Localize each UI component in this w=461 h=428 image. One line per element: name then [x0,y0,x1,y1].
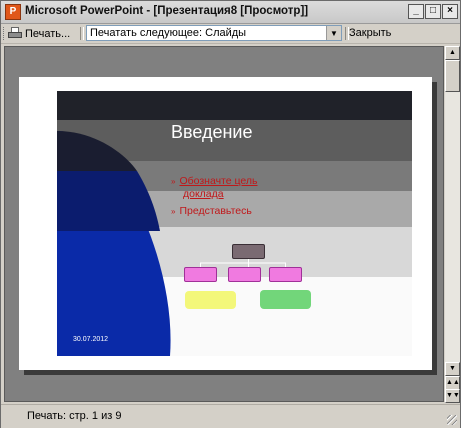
print-page: Введение » Обозначте цель доклада » Предст… [19,77,432,370]
org-box-middle [269,267,302,282]
org-box-top [232,244,265,259]
scroll-down-button[interactable]: ▼ [445,362,460,376]
slide-thumbnail: Введение » Обозначте цель доклада » Предст… [57,91,412,356]
print-button[interactable]: Печать... [8,25,70,42]
printer-icon [8,27,23,40]
preview-area[interactable]: Введение » Обозначте цель доклада » Предст… [4,46,444,402]
print-button-label: Печать... [25,27,71,40]
toolbar-grip[interactable] [3,27,7,40]
status-bar: Печать: стр. 1 из 9 [1,404,460,428]
preview-toolbar: Печать... Печатать следующее: Слайды ▼ З… [1,24,460,44]
vertical-scrollbar[interactable]: ▲ ▼ ▲▲ ▼▼ [445,46,460,403]
org-chart-connectors [200,259,286,267]
window-title: Microsoft PowerPoint - [Презентация8 [Пр… [25,5,309,17]
scroll-up-button[interactable]: ▲ [445,46,460,60]
org-box-middle [184,267,217,282]
green-shape [260,290,311,309]
resize-grip-icon[interactable] [447,415,457,425]
dropdown-arrow-icon[interactable]: ▼ [326,26,341,40]
app-icon[interactable]: P [5,4,21,20]
next-page-button[interactable]: ▼▼ [445,389,460,403]
status-text: Печать: стр. 1 из 9 [27,410,122,422]
org-box-middle [228,267,261,282]
print-what-dropdown[interactable]: Печатать следующее: Слайды ▼ [86,25,342,41]
maximize-icon[interactable]: □ [425,4,441,19]
previous-page-button[interactable]: ▲▲ [445,376,460,390]
title-bar[interactable]: P Microsoft PowerPoint - [Презентация8 [… [1,1,460,24]
yellow-shape [185,291,236,309]
close-icon[interactable]: × [442,4,458,19]
print-what-value: Печатать следующее: Слайды [90,27,247,39]
minimize-icon[interactable]: _ [408,4,424,19]
toolbar-separator [80,27,84,40]
scroll-thumb[interactable] [445,60,460,92]
close-preview-button[interactable]: Закрыть [349,27,391,39]
powerpoint-window: P Microsoft PowerPoint - [Презентация8 [… [0,0,461,428]
slide-date: 30.07.2012 [73,336,109,343]
